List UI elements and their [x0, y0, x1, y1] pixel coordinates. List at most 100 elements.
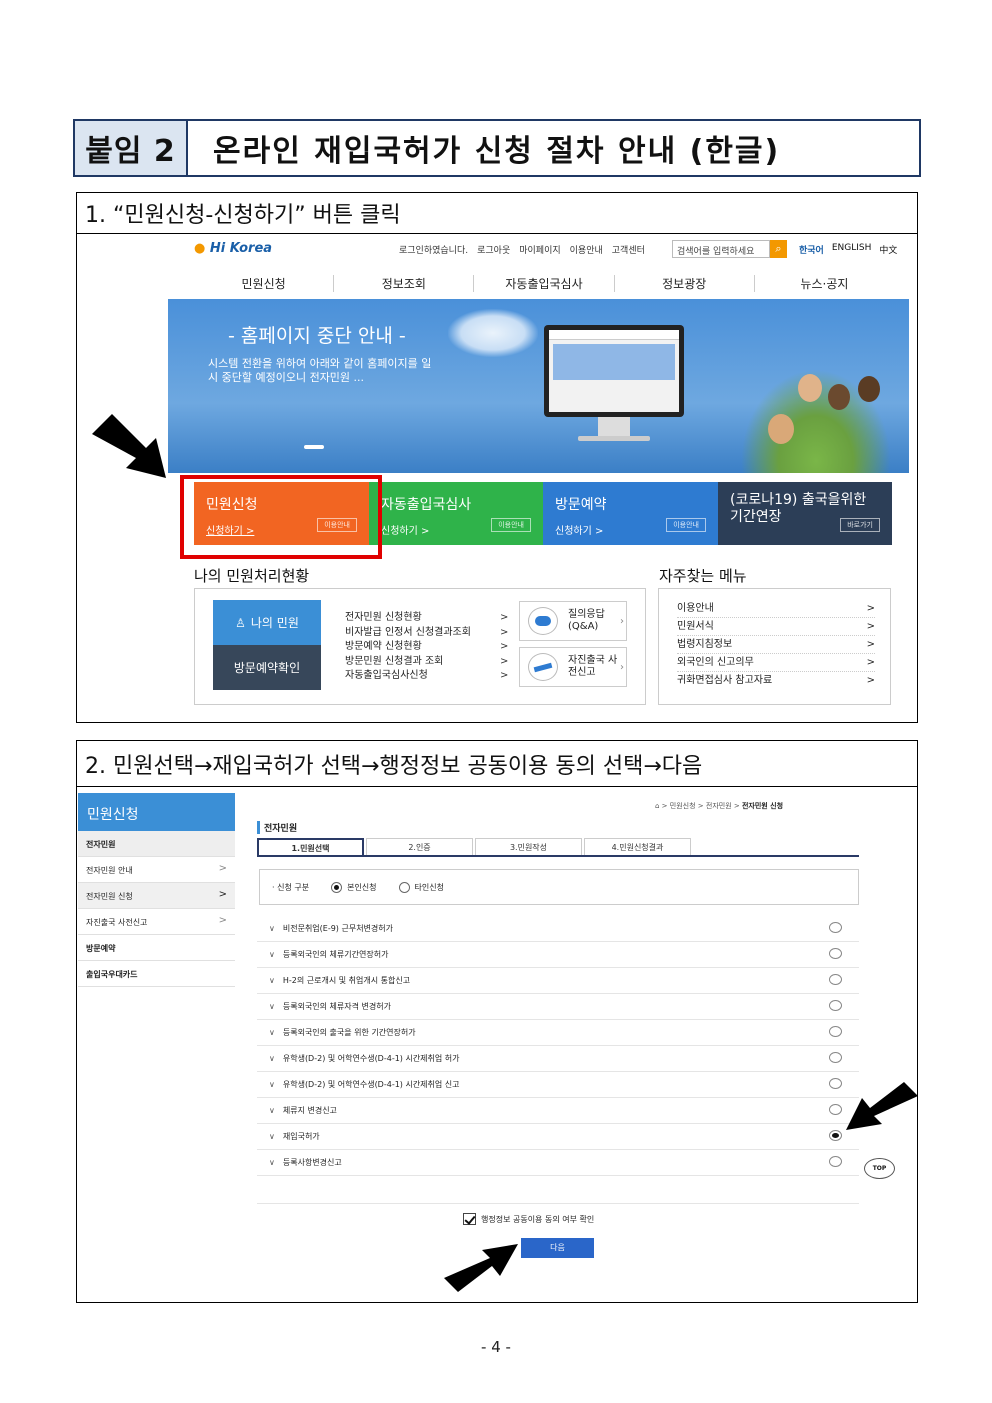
hero-banner[interactable]: - 홈페이지 중단 안내 - 시스템 전환을 위하여 아래와 같이 홈페이지를 … — [168, 299, 909, 473]
status-item[interactable]: 전자민원 신청현황 — [345, 611, 471, 626]
service-row[interactable]: ∨ 등록외국인의 체류기간연장허가 — [257, 942, 859, 968]
status-item[interactable]: 방문예약 신청현황 — [345, 640, 471, 655]
logout-link[interactable]: 로그아웃 — [477, 243, 510, 256]
chevron-down-icon[interactable]: ∨ — [269, 950, 275, 959]
favorites-panel: 이용안내 > 민원서식 > 법령지침정보 > 외국인의 신고의무 > 귀화면접심사 참고… — [658, 588, 891, 705]
lang-korean[interactable]: 한국어 — [799, 243, 824, 256]
nav-info[interactable]: 정보조회 — [334, 275, 475, 292]
tab-select[interactable]: 1.민원선택 — [257, 838, 364, 855]
chevron-down-icon[interactable]: ∨ — [269, 924, 275, 933]
lang-chinese[interactable]: 中文 — [879, 243, 897, 256]
status-item[interactable]: 자동출입국심사신청 — [345, 669, 471, 684]
radio-icon[interactable] — [829, 1026, 842, 1037]
fav-item[interactable]: 법령지침정보 > — [677, 636, 875, 654]
card-auto-name: 자동출입국심사 — [381, 497, 472, 513]
tab-write[interactable]: 3.민원작성 — [475, 838, 582, 855]
qna-label: 질의응답 (Q&A) — [568, 609, 605, 632]
status-chevrons: > > > > > — [500, 612, 509, 681]
card-covid[interactable]: (코로나19) 출국을위한 기간연장 바로가기 — [718, 482, 892, 545]
visit-check-button[interactable]: 방문예약확인 — [213, 645, 321, 690]
side-nav-item[interactable]: 방문예약 — [78, 935, 235, 961]
radio-icon[interactable] — [829, 922, 842, 933]
nav-auto-immigration[interactable]: 자동출입국심사 — [474, 275, 615, 292]
chevron-down-icon[interactable]: ∨ — [269, 1106, 275, 1115]
fav-item[interactable]: 귀화면접심사 참고자료 > — [677, 672, 875, 690]
side-nav-item[interactable]: 전자민원 — [78, 831, 235, 857]
chevron-down-icon[interactable]: ∨ — [269, 976, 275, 985]
radio-icon[interactable] — [829, 974, 842, 985]
chevron-down-icon[interactable]: ∨ — [269, 1080, 275, 1089]
support-link[interactable]: 고객센터 — [612, 243, 645, 256]
breadcrumb: ⌂ > 민원신청 > 전자민원 > 전자민원 신청 — [655, 802, 784, 810]
search-input[interactable]: 검색어를 입력하세요 — [672, 240, 770, 258]
tab-result[interactable]: 4.민원신청결과 — [584, 838, 691, 855]
service-label: 유학생(D-2) 및 어학연수생(D-4-1) 시간제취업 허가 — [282, 1054, 460, 1063]
consent-checkbox[interactable]: 행정정보 공동이용 동의 여부 확인 — [463, 1213, 594, 1225]
service-row[interactable]: ∨ 재입국허가 — [257, 1124, 859, 1150]
search-icon[interactable]: ⌕ — [770, 240, 787, 258]
service-label: 재입국허가 — [282, 1132, 320, 1141]
qna-button[interactable]: 질의응답 (Q&A) › — [519, 601, 627, 641]
fav-item[interactable]: 민원서식 > — [677, 618, 875, 636]
fav-item[interactable]: 외국인의 신고의무 > — [677, 654, 875, 672]
next-button[interactable]: 다음 — [521, 1238, 594, 1258]
guide-link[interactable]: 이용안내 — [570, 243, 603, 256]
side-nav-item[interactable]: 자진출국 사전신고 > — [78, 909, 235, 935]
service-label: 등록외국인의 출국을 위한 기간연장허가 — [282, 1028, 416, 1037]
service-label: 비전문취업(E-9) 근무처변경허가 — [282, 924, 393, 933]
service-label: 체류지 변경신고 — [282, 1106, 337, 1115]
lang-english[interactable]: ENGLISH — [832, 243, 872, 256]
chevron-down-icon[interactable]: ∨ — [269, 1028, 275, 1037]
top-links: 로그인하였습니다. 로그아웃 마이페이지 이용안내 고객센터 — [399, 243, 645, 256]
side-nav-item[interactable]: 출입국우대카드 — [78, 961, 235, 987]
slider-indicator[interactable] — [304, 445, 324, 449]
hikorea-logo[interactable]: ● Hi Korea — [194, 241, 272, 256]
radio-icon[interactable] — [398, 881, 410, 893]
chevron-down-icon[interactable]: ∨ — [269, 1132, 275, 1141]
service-row[interactable]: ∨ 유학생(D-2) 및 어학연수생(D-4-1) 시간제취업 신고 — [257, 1072, 859, 1098]
status-item[interactable]: 방문민원 신청결과 조회 — [345, 655, 471, 670]
home-icon[interactable]: ⌂ — [655, 802, 659, 810]
checkbox-checked-icon[interactable] — [463, 1213, 476, 1225]
card-covid-guide[interactable]: 바로가기 — [840, 518, 880, 532]
radio-icon[interactable] — [829, 1052, 842, 1063]
type-other-option[interactable]: 타인신청 — [398, 881, 444, 893]
radio-icon[interactable] — [829, 1000, 842, 1011]
radio-icon[interactable] — [829, 1156, 842, 1167]
tab-auth[interactable]: 2.인증 — [366, 838, 473, 855]
service-row[interactable]: ∨ 비전문취업(E-9) 근무처변경허가 — [257, 916, 859, 942]
step1-box: 1. “민원신청-신청하기” 버튼 클릭 ● Hi Korea 로그인하였습니다… — [76, 192, 918, 723]
card-auto-immigration[interactable]: 자동출입국심사 신청하기 > 이용안내 — [369, 482, 543, 545]
chevron-down-icon[interactable]: ∨ — [269, 1158, 275, 1167]
chevron-down-icon[interactable]: ∨ — [269, 1002, 275, 1011]
nav-news[interactable]: 뉴스·공지 — [755, 275, 894, 292]
crumb-item[interactable]: 전자민원 — [706, 802, 732, 810]
service-row[interactable]: ∨ 체류지 변경신고 — [257, 1098, 859, 1124]
service-row[interactable]: ∨ 유학생(D-2) 및 어학연수생(D-4-1) 시간제취업 허가 — [257, 1046, 859, 1072]
fav-item[interactable]: 이용안내 > — [677, 600, 875, 618]
side-nav-title: 민원신청 — [78, 793, 235, 831]
service-row[interactable]: ∨ 등록외국인의 체류자격 변경허가 — [257, 994, 859, 1020]
service-row[interactable]: ∨ 등록사항변경신고 — [257, 1150, 859, 1176]
radio-icon[interactable] — [829, 948, 842, 959]
radio-selected-icon[interactable] — [331, 881, 343, 893]
nav-apply[interactable]: 민원신청 — [194, 275, 335, 292]
status-item[interactable]: 비자발급 인정서 신청결과조회 — [345, 626, 471, 641]
service-row[interactable]: ∨ 등록외국인의 출국을 위한 기간연장허가 — [257, 1020, 859, 1046]
exit-report-button[interactable]: 자진출국 사전신고 › — [519, 647, 627, 687]
card-visit-guide[interactable]: 이용안내 — [666, 518, 706, 532]
user-icon: ♙ — [235, 615, 246, 630]
crumb-item[interactable]: 민원신청 — [670, 802, 696, 810]
type-self-option[interactable]: 본인신청 — [331, 881, 377, 893]
mypage-link[interactable]: 마이페이지 — [519, 243, 560, 256]
chevron-down-icon[interactable]: ∨ — [269, 1054, 275, 1063]
card-auto-guide[interactable]: 이용안내 — [491, 518, 531, 532]
service-row[interactable]: ∨ H-2의 근로개시 및 취업개시 통합신고 — [257, 968, 859, 994]
side-nav-item[interactable]: 전자민원 안내 > — [78, 857, 235, 883]
service-list: ∨ 비전문취업(E-9) 근무처변경허가 ∨ 등록외국인의 체류기간연장허가 ∨ H-2의… — [257, 916, 859, 1176]
nav-plaza[interactable]: 정보광장 — [615, 275, 755, 292]
card-visit[interactable]: 방문예약 신청하기 > 이용안내 — [543, 482, 718, 545]
top-button[interactable]: TOP — [864, 1158, 895, 1179]
my-apps-button[interactable]: ♙ 나의 민원 — [213, 600, 321, 645]
side-nav-item[interactable]: 전자민원 신청 > — [78, 883, 235, 909]
